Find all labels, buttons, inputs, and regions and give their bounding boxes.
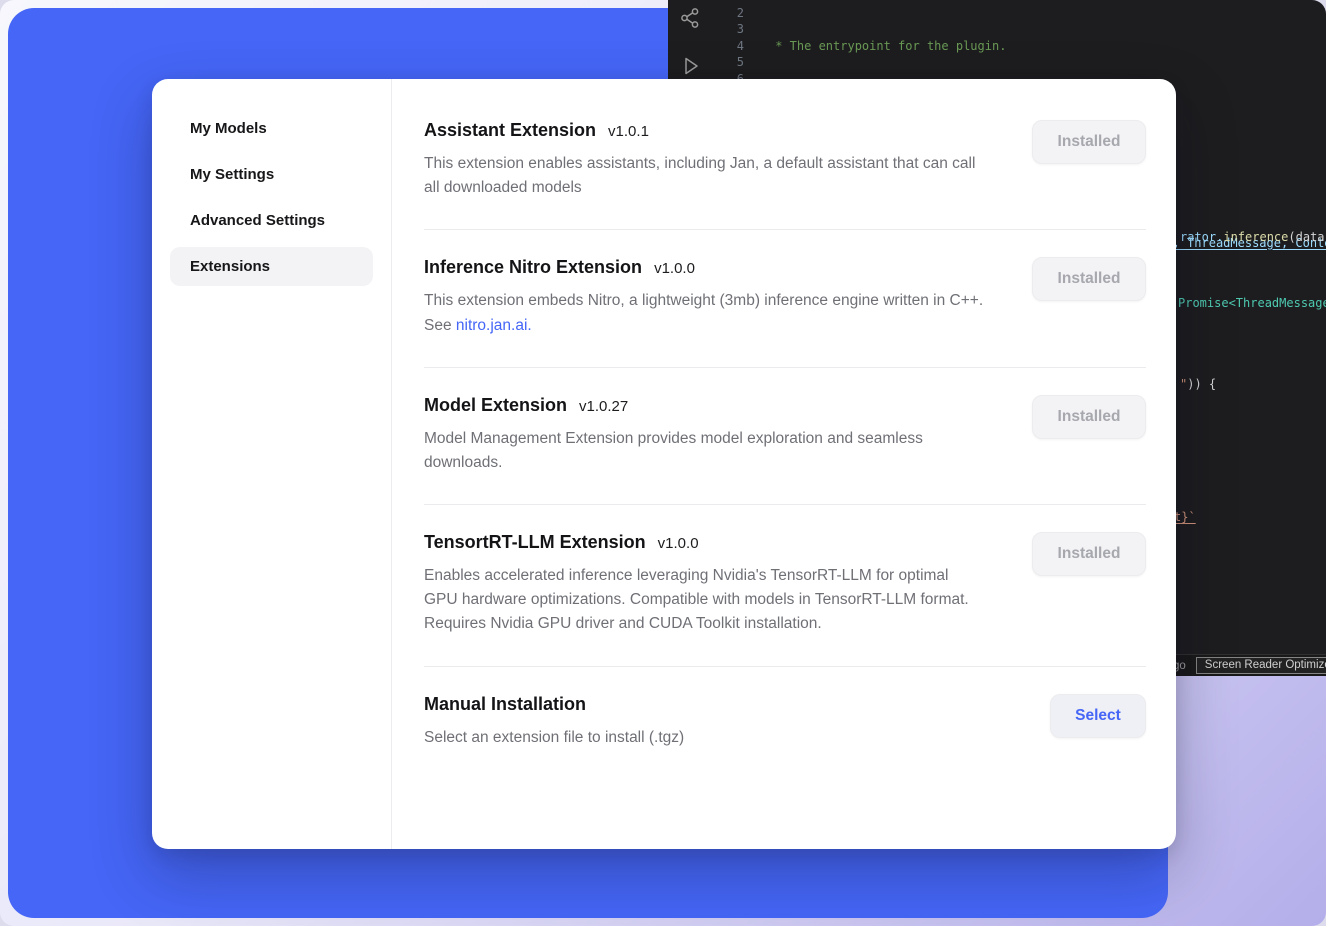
extensions-list: Assistant Extension v1.0.1 This extension… [392,79,1176,849]
extension-row-nitro: Inference Nitro Extension v1.0.0 This ext… [424,230,1146,367]
frag-fn: inference [1223,230,1288,244]
frag-rest: )) { [1187,377,1216,391]
extension-row-assistant: Assistant Extension v1.0.1 This extension… [424,93,1146,230]
sidebar-item-my-models[interactable]: My Models [170,109,373,148]
screen-reader-status[interactable]: Screen Reader Optimized [1196,657,1326,674]
settings-sidebar: My Models My Settings Advanced Settings … [152,79,392,849]
extension-description: This extension embeds Nitro, a lightweig… [424,289,984,337]
run-debug-icon[interactable] [678,54,704,80]
sidebar-item-extensions[interactable]: Extensions [170,247,373,286]
line-number: 5 [716,54,744,70]
source-control-icon[interactable] [678,6,704,32]
code-fragment: Promise<ThreadMessage> [1178,296,1326,310]
manual-installation-title: Manual Installation [424,694,586,714]
line-number: 4 [716,38,744,54]
code-fragment: rator.inference(data)); [1180,230,1326,244]
activity-bar [678,6,704,80]
extension-title: TensortRT-LLM Extension [424,532,646,552]
app-window: 2 3 4 5 6 * The entrypoint for the plugi… [0,0,1326,926]
sidebar-item-my-settings[interactable]: My Settings [170,155,373,194]
manual-installation-row: Manual Installation Select an extension … [424,667,1146,779]
extension-row-tensorrt: TensortRT-LLM Extension v1.0.0 Enables ac… [424,505,1146,667]
extension-description: Enables accelerated inference leveraging… [424,564,984,637]
sidebar-item-advanced-settings[interactable]: Advanced Settings [170,201,373,240]
extension-title: Model Extension [424,395,567,415]
extension-version: v1.0.0 [654,260,695,277]
frag-template-end: t}` [1174,510,1196,524]
extension-version: v1.0.1 [608,123,649,140]
extension-row-model: Model Extension v1.0.27 Model Management … [424,368,1146,505]
nitro-link[interactable]: nitro.jan.ai. [456,317,532,334]
installed-button[interactable]: Installed [1032,395,1146,439]
code-fragment: t}` [1174,510,1196,524]
settings-modal: My Models My Settings Advanced Settings … [152,79,1176,849]
extension-version: v1.0.0 [658,535,699,552]
extension-title: Inference Nitro Extension [424,257,642,277]
code-line-comment: * The entrypoint for the plugin. [768,39,1006,53]
installed-button[interactable]: Installed [1032,532,1146,576]
extension-description: Model Management Extension provides mode… [424,427,984,475]
installed-button[interactable]: Installed [1032,257,1146,301]
line-numbers: 2 3 4 5 6 [716,5,744,87]
extension-version: v1.0.27 [579,398,628,415]
frag-rest: (data)); [1288,230,1326,244]
line-number: 3 [716,21,744,37]
extension-description: This extension enables assistants, inclu… [424,152,984,200]
manual-installation-description: Select an extension file to install (.tg… [424,726,684,750]
select-file-button[interactable]: Select [1050,694,1146,738]
installed-button[interactable]: Installed [1032,120,1146,164]
frag-var: rator. [1180,230,1223,244]
extension-title: Assistant Extension [424,120,596,140]
code-fragment: ")) { [1180,377,1216,391]
frag-type: Promise<ThreadMessage> [1178,296,1326,310]
line-number: 2 [716,5,744,21]
